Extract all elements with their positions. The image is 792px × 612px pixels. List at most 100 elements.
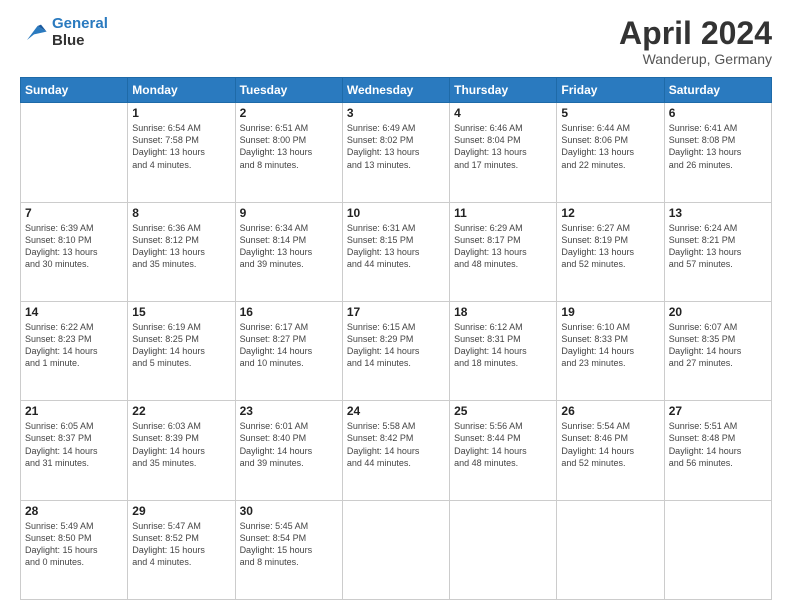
day-info: Sunrise: 6:44 AMSunset: 8:06 PMDaylight:… xyxy=(561,122,659,171)
day-info: Sunrise: 6:31 AMSunset: 8:15 PMDaylight:… xyxy=(347,222,445,271)
day-number: 5 xyxy=(561,106,659,120)
day-info: Sunrise: 5:45 AMSunset: 8:54 PMDaylight:… xyxy=(240,520,338,569)
day-number: 28 xyxy=(25,504,123,518)
day-info: Sunrise: 6:29 AMSunset: 8:17 PMDaylight:… xyxy=(454,222,552,271)
col-friday: Friday xyxy=(557,78,664,103)
day-info: Sunrise: 6:03 AMSunset: 8:39 PMDaylight:… xyxy=(132,420,230,469)
table-row: 9 Sunrise: 6:34 AMSunset: 8:14 PMDaylight… xyxy=(235,202,342,301)
day-info: Sunrise: 6:27 AMSunset: 8:19 PMDaylight:… xyxy=(561,222,659,271)
table-row: 15Sunrise: 6:19 AMSunset: 8:25 PMDayligh… xyxy=(128,301,235,400)
day-info: Sunrise: 6:07 AMSunset: 8:35 PMDaylight:… xyxy=(669,321,767,370)
day-number: 23 xyxy=(240,404,338,418)
table-row: 23 Sunrise: 6:01 AMSunset: 8:40 PMDayligh… xyxy=(235,401,342,500)
day-info: Sunrise: 6:51 AMSunset: 8:00 PMDaylight:… xyxy=(240,122,338,171)
table-row xyxy=(557,500,664,599)
day-number: 21 xyxy=(25,404,123,418)
location: Wanderup, Germany xyxy=(619,51,772,67)
calendar-week-row: 7 Sunrise: 6:39 AMSunset: 8:10 PMDaylight… xyxy=(21,202,772,301)
day-info: Sunrise: 6:17 AMSunset: 8:27 PMDaylight:… xyxy=(240,321,338,370)
day-number: 26 xyxy=(561,404,659,418)
day-number: 6 xyxy=(669,106,767,120)
table-row: 25 Sunrise: 5:56 AMSunset: 8:44 PMDayligh… xyxy=(450,401,557,500)
table-row: 17 Sunrise: 6:15 AMSunset: 8:29 PMDayligh… xyxy=(342,301,449,400)
day-number: 7 xyxy=(25,206,123,220)
table-row: 12Sunrise: 6:27 AMSunset: 8:19 PMDayligh… xyxy=(557,202,664,301)
col-wednesday: Wednesday xyxy=(342,78,449,103)
table-row xyxy=(664,500,771,599)
page: General Blue April 2024 Wanderup, German… xyxy=(0,0,792,612)
day-info: Sunrise: 5:47 AMSunset: 8:52 PMDaylight:… xyxy=(132,520,230,569)
day-number: 16 xyxy=(240,305,338,319)
day-number: 14 xyxy=(25,305,123,319)
calendar-week-row: 21 Sunrise: 6:05 AMSunset: 8:37 PMDayligh… xyxy=(21,401,772,500)
day-info: Sunrise: 6:12 AMSunset: 8:31 PMDaylight:… xyxy=(454,321,552,370)
day-number: 9 xyxy=(240,206,338,220)
day-number: 22 xyxy=(132,404,230,418)
day-info: Sunrise: 5:51 AMSunset: 8:48 PMDaylight:… xyxy=(669,420,767,469)
table-row: 21 Sunrise: 6:05 AMSunset: 8:37 PMDayligh… xyxy=(21,401,128,500)
day-info: Sunrise: 5:56 AMSunset: 8:44 PMDaylight:… xyxy=(454,420,552,469)
day-info: Sunrise: 6:39 AMSunset: 8:10 PMDaylight:… xyxy=(25,222,123,271)
table-row: 18 Sunrise: 6:12 AMSunset: 8:31 PMDayligh… xyxy=(450,301,557,400)
logo: General Blue xyxy=(20,16,108,49)
day-number: 11 xyxy=(454,206,552,220)
day-number: 24 xyxy=(347,404,445,418)
logo-icon xyxy=(20,19,48,47)
day-info: Sunrise: 6:46 AMSunset: 8:04 PMDaylight:… xyxy=(454,122,552,171)
calendar-week-row: 14 Sunrise: 6:22 AMSunset: 8:23 PMDayligh… xyxy=(21,301,772,400)
table-row: 8 Sunrise: 6:36 AMSunset: 8:12 PMDaylight… xyxy=(128,202,235,301)
table-row: 6 Sunrise: 6:41 AMSunset: 8:08 PMDaylight… xyxy=(664,103,771,202)
day-number: 25 xyxy=(454,404,552,418)
day-info: Sunrise: 5:49 AMSunset: 8:50 PMDaylight:… xyxy=(25,520,123,569)
day-info: Sunrise: 6:22 AMSunset: 8:23 PMDaylight:… xyxy=(25,321,123,370)
table-row: 19Sunrise: 6:10 AMSunset: 8:33 PMDayligh… xyxy=(557,301,664,400)
table-row: 30Sunrise: 5:45 AMSunset: 8:54 PMDayligh… xyxy=(235,500,342,599)
col-sunday: Sunday xyxy=(21,78,128,103)
day-info: Sunrise: 6:54 AMSunset: 7:58 PMDaylight:… xyxy=(132,122,230,171)
table-row: 22 Sunrise: 6:03 AMSunset: 8:39 PMDayligh… xyxy=(128,401,235,500)
day-number: 29 xyxy=(132,504,230,518)
day-number: 20 xyxy=(669,305,767,319)
title-block: April 2024 Wanderup, Germany xyxy=(619,16,772,67)
col-monday: Monday xyxy=(128,78,235,103)
day-info: Sunrise: 6:49 AMSunset: 8:02 PMDaylight:… xyxy=(347,122,445,171)
day-number: 19 xyxy=(561,305,659,319)
col-saturday: Saturday xyxy=(664,78,771,103)
table-row: 10 Sunrise: 6:31 AMSunset: 8:15 PMDayligh… xyxy=(342,202,449,301)
month-title: April 2024 xyxy=(619,16,772,51)
table-row: 13 Sunrise: 6:24 AMSunset: 8:21 PMDayligh… xyxy=(664,202,771,301)
day-info: Sunrise: 6:24 AMSunset: 8:21 PMDaylight:… xyxy=(669,222,767,271)
day-number: 4 xyxy=(454,106,552,120)
day-number: 17 xyxy=(347,305,445,319)
logo-text: General Blue xyxy=(52,16,108,49)
day-number: 13 xyxy=(669,206,767,220)
day-info: Sunrise: 6:15 AMSunset: 8:29 PMDaylight:… xyxy=(347,321,445,370)
day-info: Sunrise: 5:54 AMSunset: 8:46 PMDaylight:… xyxy=(561,420,659,469)
table-row xyxy=(450,500,557,599)
day-info: Sunrise: 6:05 AMSunset: 8:37 PMDaylight:… xyxy=(25,420,123,469)
day-info: Sunrise: 6:41 AMSunset: 8:08 PMDaylight:… xyxy=(669,122,767,171)
day-info: Sunrise: 6:01 AMSunset: 8:40 PMDaylight:… xyxy=(240,420,338,469)
day-number: 18 xyxy=(454,305,552,319)
table-row: 20 Sunrise: 6:07 AMSunset: 8:35 PMDayligh… xyxy=(664,301,771,400)
day-number: 8 xyxy=(132,206,230,220)
day-info: Sunrise: 6:36 AMSunset: 8:12 PMDaylight:… xyxy=(132,222,230,271)
table-row: 4 Sunrise: 6:46 AMSunset: 8:04 PMDaylight… xyxy=(450,103,557,202)
table-row: 16 Sunrise: 6:17 AMSunset: 8:27 PMDayligh… xyxy=(235,301,342,400)
table-row: 1Sunrise: 6:54 AMSunset: 7:58 PMDaylight… xyxy=(128,103,235,202)
day-info: Sunrise: 5:58 AMSunset: 8:42 PMDaylight:… xyxy=(347,420,445,469)
table-row xyxy=(342,500,449,599)
table-row: 24 Sunrise: 5:58 AMSunset: 8:42 PMDayligh… xyxy=(342,401,449,500)
day-number: 27 xyxy=(669,404,767,418)
calendar-header-row: Sunday Monday Tuesday Wednesday Thursday… xyxy=(21,78,772,103)
table-row: 26 Sunrise: 5:54 AMSunset: 8:46 PMDayligh… xyxy=(557,401,664,500)
day-number: 2 xyxy=(240,106,338,120)
calendar-week-row: 1Sunrise: 6:54 AMSunset: 7:58 PMDaylight… xyxy=(21,103,772,202)
table-row: 2 Sunrise: 6:51 AMSunset: 8:00 PMDaylight… xyxy=(235,103,342,202)
calendar-table: Sunday Monday Tuesday Wednesday Thursday… xyxy=(20,77,772,600)
day-number: 10 xyxy=(347,206,445,220)
day-number: 15 xyxy=(132,305,230,319)
col-thursday: Thursday xyxy=(450,78,557,103)
table-row: 14 Sunrise: 6:22 AMSunset: 8:23 PMDayligh… xyxy=(21,301,128,400)
day-info: Sunrise: 6:34 AMSunset: 8:14 PMDaylight:… xyxy=(240,222,338,271)
